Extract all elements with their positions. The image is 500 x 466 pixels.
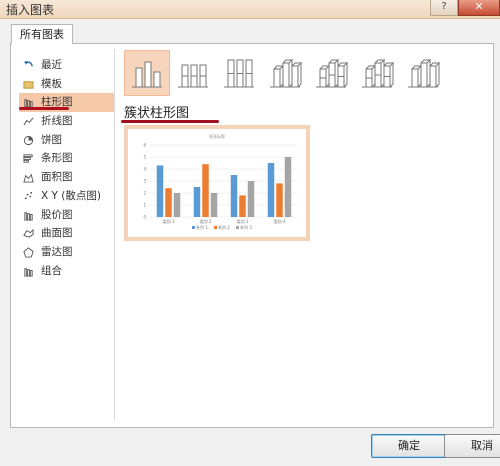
bar xyxy=(210,193,218,217)
legend-swatch xyxy=(214,226,217,229)
bar xyxy=(239,195,246,217)
sidebar-item-label: X Y (散点图) xyxy=(41,189,101,202)
subtype-3d-column[interactable] xyxy=(400,50,446,96)
bar-chart-icon xyxy=(23,154,33,164)
chart-title: 图表标题 xyxy=(209,133,225,139)
3d-100-stacked-column-icon xyxy=(362,58,394,88)
surface-chart-icon xyxy=(23,228,34,238)
sidebar-item-1[interactable]: 模板 xyxy=(19,75,115,94)
bar xyxy=(276,183,283,217)
divider xyxy=(114,49,115,421)
sidebar-item-label: 模板 xyxy=(41,77,62,90)
y-tick-label: 0 xyxy=(143,215,146,220)
legend-label: 系列 2 xyxy=(218,224,230,230)
chart-category-list: 最近 模板 柱形图 折线图 饼图 条形图 面积图 X Y (散点图) 股价图 曲面图 雷达图 组合 xyxy=(19,56,115,280)
sidebar-item-label: 最近 xyxy=(41,59,62,71)
subtype-3d-clustered-column[interactable] xyxy=(262,50,308,96)
bar xyxy=(247,181,255,217)
bar xyxy=(284,157,292,217)
combo-chart-icon xyxy=(24,267,33,277)
category-label: 类别 1 xyxy=(163,218,175,224)
stacked-column-icon xyxy=(178,64,208,88)
subtype-stacked-column[interactable] xyxy=(170,50,216,96)
sidebar-item-label: 折线图 xyxy=(41,115,73,128)
legend-label: 系列 3 xyxy=(240,224,252,230)
legend-swatch xyxy=(236,226,239,229)
bar xyxy=(267,163,275,217)
selection-underline xyxy=(19,107,69,110)
undo-icon xyxy=(23,60,33,67)
3d-clustered-column-icon xyxy=(270,58,302,88)
sidebar-item-label: 组合 xyxy=(41,264,62,277)
close-button[interactable]: ✕ xyxy=(458,0,500,16)
legend-label: 系列 1 xyxy=(196,224,208,230)
sidebar-item-label: 条形图 xyxy=(41,152,73,165)
sidebar-item-label: 曲面图 xyxy=(41,227,73,240)
clustered-column-icon xyxy=(132,61,162,88)
3d-column-icon xyxy=(408,58,440,88)
scatter-chart-icon xyxy=(24,191,33,200)
y-tick-label: 6 xyxy=(143,143,146,148)
radar-chart-icon xyxy=(23,247,34,258)
y-tick-label: 2 xyxy=(143,191,146,196)
sidebar-item-3[interactable]: 折线图 xyxy=(19,112,115,131)
sidebar-item-11[interactable]: 组合 xyxy=(19,262,115,281)
category-label: 类别 4 xyxy=(274,218,286,224)
area-chart-icon xyxy=(23,173,34,183)
category-label: 类别 3 xyxy=(237,218,249,224)
ok-button[interactable]: 确定 xyxy=(371,434,447,458)
subtype-name: 簇状柱形图 xyxy=(124,106,190,121)
sidebar-item-0[interactable]: 最近 xyxy=(19,56,115,75)
category-label: 类别 2 xyxy=(200,218,212,224)
sidebar-item-4[interactable]: 饼图 xyxy=(19,131,115,150)
3d-stacked-column-icon xyxy=(316,58,348,88)
stock-chart-icon xyxy=(24,211,33,221)
subtype-3d-100-stacked-column[interactable] xyxy=(354,50,400,96)
tab-all-charts[interactable]: 所有图表 xyxy=(11,24,73,44)
y-tick-label: 1 xyxy=(143,203,146,208)
subtype-100-stacked-column[interactable] xyxy=(216,50,262,96)
sidebar-item-9[interactable]: 曲面图 xyxy=(19,224,115,243)
sidebar-item-5[interactable]: 条形图 xyxy=(19,149,115,168)
sidebar-item-6[interactable]: 面积图 xyxy=(19,168,115,187)
bar xyxy=(156,165,164,217)
bar xyxy=(173,193,181,217)
name-underline xyxy=(121,120,219,123)
cancel-button[interactable]: 取消 xyxy=(444,434,500,458)
tab-panel: 最近 模板 柱形图 折线图 饼图 条形图 面积图 X Y (散点图) 股价图 曲面图 雷达图 组合 簇… xyxy=(10,43,494,428)
y-tick-label: 4 xyxy=(143,167,146,172)
sidebar-item-label: 饼图 xyxy=(41,133,62,146)
sidebar-item-8[interactable]: 股价图 xyxy=(19,206,115,225)
sidebar-item-label: 股价图 xyxy=(41,208,73,221)
subtype-3d-stacked-column[interactable] xyxy=(308,50,354,96)
subtype-clustered-column[interactable] xyxy=(124,50,170,96)
bar xyxy=(230,175,238,217)
100-stacked-column-icon xyxy=(224,59,254,88)
y-tick-label: 5 xyxy=(143,155,146,160)
folder-icon xyxy=(23,80,34,89)
help-button[interactable]: ? xyxy=(430,0,458,16)
pie-chart-icon xyxy=(23,135,34,145)
line-chart-icon xyxy=(23,117,34,126)
sidebar-item-7[interactable]: X Y (散点图) xyxy=(19,187,115,206)
bar xyxy=(165,188,172,217)
legend-swatch xyxy=(192,226,195,229)
window-title: 插入图表 xyxy=(6,3,55,17)
bar xyxy=(202,164,209,217)
sidebar-item-label: 面积图 xyxy=(41,171,73,184)
sidebar-item-10[interactable]: 雷达图 xyxy=(19,243,115,262)
title-bar: 插入图表 ? ✕ xyxy=(0,0,500,19)
chart-preview[interactable]: 图表标题 0 1 2 3 4 5 6 类别 1 类别 2 类别 3 类别 4 系列 1 系列 2 系列 3 xyxy=(124,125,310,241)
sidebar-item-label: 雷达图 xyxy=(41,245,73,258)
bar xyxy=(193,187,201,217)
y-tick-label: 3 xyxy=(143,179,146,184)
dialog-body: 所有图表 最近 模板 柱形图 折线图 饼图 条形图 面积图 X Y (散点图) 股价图 曲面图 雷达… xyxy=(4,19,500,462)
preview-chart: 图表标题 0 1 2 3 4 5 6 类别 1 类别 2 类别 3 类别 4 系列 1 系列 2 系列 3 xyxy=(143,133,298,230)
